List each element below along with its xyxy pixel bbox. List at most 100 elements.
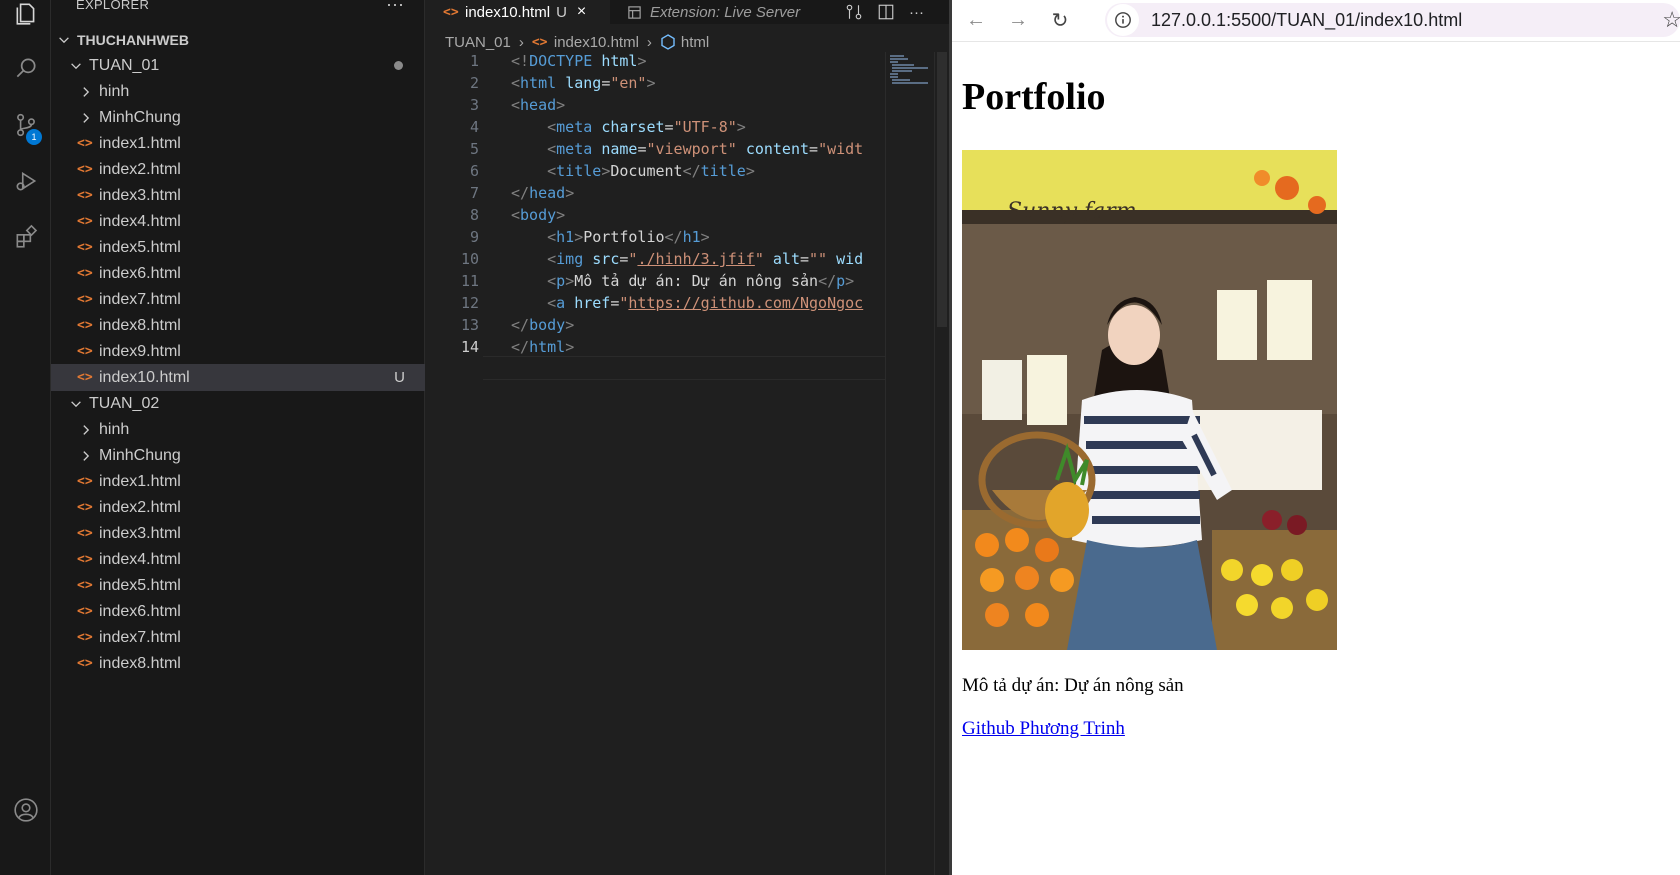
line-number: 8 — [469, 206, 479, 224]
file-label: index1.html — [99, 472, 181, 490]
file-label: index9.html — [99, 342, 181, 360]
file-item[interactable]: <> index7.html — [51, 624, 425, 651]
line-number: 14 — [460, 338, 479, 356]
chevron-right-icon — [83, 450, 90, 461]
file-item[interactable]: <> index9.html — [51, 338, 425, 365]
html-file-icon: <> — [443, 4, 459, 20]
line-number: 12 — [460, 294, 479, 312]
breadcrumb-folder[interactable]: TUAN_01 — [445, 34, 511, 51]
code-line: 11 <p>Mô tả dự án: Dự án nông sản</p> — [425, 272, 885, 295]
code-text: </head> — [511, 184, 575, 202]
source-control-icon[interactable]: 1 — [0, 101, 51, 149]
address-bar[interactable]: 127.0.0.1:5500/TUAN_01/index10.html ☆ — [1105, 3, 1680, 37]
file-label: index7.html — [99, 290, 181, 308]
code-line: 8 <body> — [425, 206, 885, 229]
url-text: 127.0.0.1:5500/TUAN_01/index10.html — [1151, 9, 1463, 30]
folder-tuan01[interactable]: TUAN_01 — [51, 52, 425, 79]
folder-hinh[interactable]: hinh — [51, 416, 425, 443]
code-text: <meta name="viewport" content="widt — [547, 140, 864, 158]
breadcrumb-symbol[interactable]: html — [681, 34, 709, 51]
line-number: 13 — [460, 316, 479, 334]
editor-tabs: <> index10.html U × Extension: Live Serv… — [425, 0, 949, 24]
line-number: 3 — [469, 96, 479, 114]
folder-tuan02[interactable]: TUAN_02 — [51, 390, 425, 417]
sign-text: Sunny farm — [1007, 199, 1137, 224]
file-item[interactable]: <> index1.html — [51, 130, 425, 157]
file-item[interactable]: <> index8.html — [51, 312, 425, 339]
line-number: 7 — [469, 184, 479, 202]
folder-hinh[interactable]: hinh — [51, 78, 425, 105]
site-info-icon[interactable] — [1107, 4, 1139, 36]
html-file-icon: <> — [77, 240, 93, 255]
file-item[interactable]: <> index2.html — [51, 156, 425, 183]
scrollbar-thumb[interactable] — [937, 52, 947, 327]
breadcrumb-file[interactable]: index10.html — [554, 34, 639, 51]
code-area[interactable]: 1 <!DOCTYPE html> 2 <html lang="en"> 3 <hea… — [425, 52, 885, 382]
html-file-icon: <> — [77, 552, 93, 567]
html-file-icon: <> — [77, 188, 93, 203]
code-line: 2 <html lang="en"> — [425, 74, 885, 97]
file-item[interactable]: <> index5.html — [51, 572, 425, 599]
html-file-icon: <> — [77, 656, 93, 671]
code-text: <head> — [511, 96, 566, 114]
close-icon[interactable]: × — [577, 3, 586, 21]
chevron-right-icon — [83, 424, 90, 435]
file-item[interactable]: <> index2.html — [51, 494, 425, 521]
html-file-icon: <> — [77, 162, 93, 177]
folder-minhchung[interactable]: MinhChung — [51, 442, 425, 469]
html-file-icon: <> — [77, 292, 93, 307]
folder-label: MinhChung — [99, 446, 181, 464]
file-label: index5.html — [99, 238, 181, 256]
editor-scrollbar[interactable] — [934, 52, 948, 875]
line-number: 5 — [469, 140, 479, 158]
forward-button[interactable]: → — [1004, 6, 1032, 34]
file-item[interactable]: <> index1.html — [51, 468, 425, 495]
line-number: 9 — [469, 228, 479, 246]
run-debug-icon[interactable] — [0, 157, 51, 205]
compare-changes-icon[interactable] — [845, 3, 863, 21]
reload-button[interactable]: ↻ — [1046, 6, 1074, 34]
untracked-status: U — [394, 369, 405, 386]
file-item[interactable]: <> index4.html — [51, 546, 425, 573]
html-file-icon: <> — [77, 318, 93, 333]
file-item[interactable]: <> index3.html — [51, 182, 425, 209]
line-number: 11 — [460, 272, 479, 290]
file-item[interactable]: <> index8.html — [51, 650, 425, 677]
minimap[interactable] — [885, 52, 933, 875]
tab-index10[interactable]: <> index10.html U × — [425, 0, 610, 24]
github-link[interactable]: Github Phương Trinh — [962, 718, 1125, 740]
file-item[interactable]: <> index6.html — [51, 598, 425, 625]
bookmark-star-icon[interactable]: ☆ — [1662, 7, 1680, 33]
html-file-icon: <> — [77, 214, 93, 229]
file-item[interactable]: <> index6.html — [51, 260, 425, 287]
extensions-icon[interactable] — [0, 213, 51, 261]
explorer-more-button[interactable]: ··· — [386, 0, 404, 15]
html-file-icon: <> — [77, 344, 93, 359]
chevron-right-icon — [83, 112, 90, 123]
back-button[interactable]: ← — [962, 6, 990, 34]
code-text: </body> — [511, 316, 575, 334]
html-file-icon: <> — [77, 630, 93, 645]
symbol-element-icon — [661, 34, 675, 50]
folder-root[interactable]: THUCHANHWEB — [51, 26, 425, 53]
code-line: 10 <img src="./hinh/3.jfif" alt="" wid — [425, 250, 885, 273]
code-text: </html> — [511, 338, 575, 356]
folder-minhchung[interactable]: MinhChung — [51, 104, 425, 131]
code-line: 9 <h1>Portfolio</h1> — [425, 228, 885, 251]
split-editor-icon[interactable] — [877, 3, 895, 21]
file-item[interactable]: <> index5.html — [51, 234, 425, 261]
tab-live-server[interactable]: Extension: Live Server — [613, 0, 825, 24]
file-item[interactable]: <> index4.html — [51, 208, 425, 235]
search-icon[interactable] — [0, 44, 51, 92]
more-actions-button[interactable]: ··· — [909, 4, 924, 21]
file-item[interactable]: <> index3.html — [51, 520, 425, 547]
file-label: index1.html — [99, 134, 181, 152]
file-item-selected[interactable]: <> index10.html U — [51, 364, 425, 391]
portfolio-photo: Sunny farm — [962, 150, 1337, 650]
chevron-right-icon: › — [646, 33, 652, 51]
file-item[interactable]: <> index7.html — [51, 286, 425, 313]
line-number: 6 — [469, 162, 479, 180]
account-icon[interactable] — [0, 786, 51, 834]
folder-label: hinh — [99, 82, 130, 100]
explorer-icon[interactable] — [0, 0, 51, 38]
